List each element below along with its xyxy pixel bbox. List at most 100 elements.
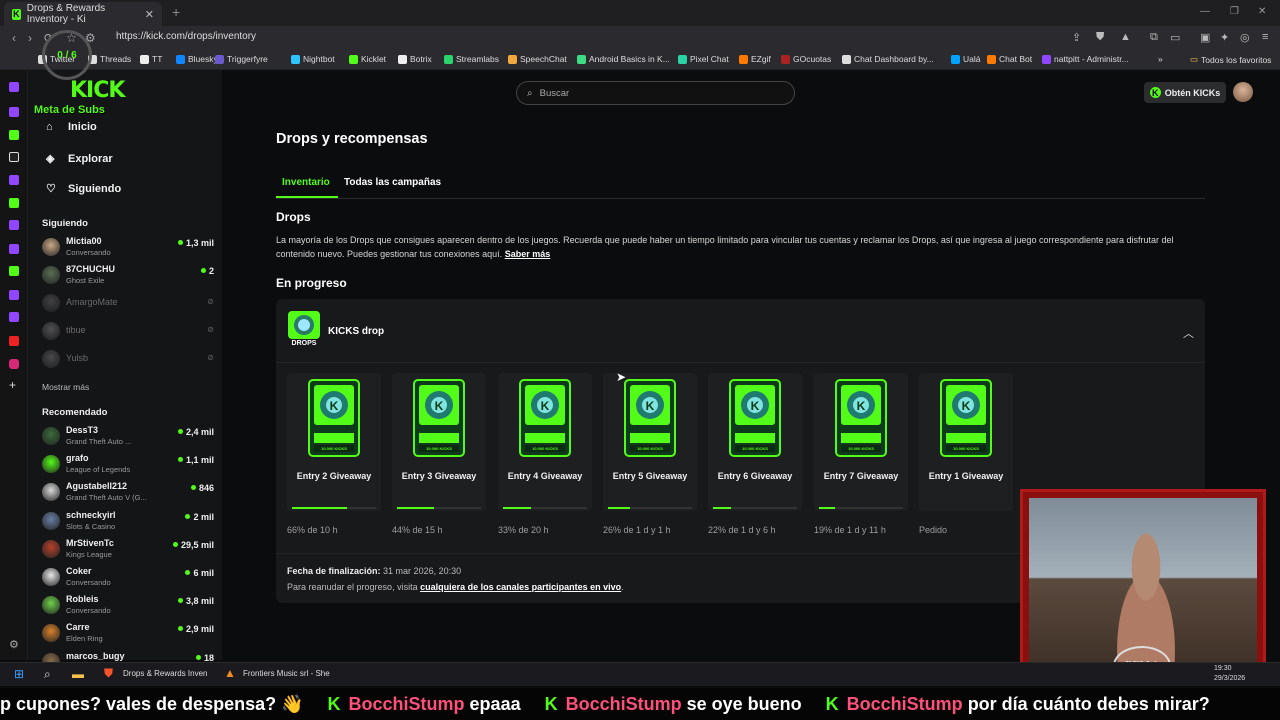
rewards-icon[interactable]: ▲: [1120, 31, 1131, 43]
vlc-icon[interactable]: ▲: [224, 666, 236, 680]
collapse-chevron-icon[interactable]: ︿: [1183, 325, 1194, 341]
maximize-icon[interactable]: ❐: [1230, 6, 1239, 17]
bookmark-item[interactable]: TT: [140, 54, 162, 64]
sidebar-channel[interactable]: Yulsb ⊘: [42, 347, 214, 373]
nav-siguiendo[interactable]: ♡ Siguiendo: [46, 182, 121, 196]
twitch-icon[interactable]: [9, 290, 19, 300]
bookmark-item[interactable]: Kicklet: [349, 54, 386, 64]
minimize-icon[interactable]: —: [1200, 6, 1210, 17]
bookmark-item[interactable]: Nightbot: [291, 54, 335, 64]
bookmark-item[interactable]: Botrix: [398, 54, 432, 64]
sidebar-channel[interactable]: Robleis Conversando 3,8 mil: [42, 593, 214, 619]
reward-card[interactable]: K 10.000 KICKS Entry 3 Giveaway 44% de 15 h: [392, 373, 486, 535]
bookmark-item[interactable]: Triggerfyre: [215, 54, 268, 64]
twitch-icon[interactable]: [9, 175, 19, 185]
tab-inventory[interactable]: Inventario: [282, 177, 330, 188]
kick-icon[interactable]: [9, 198, 19, 208]
file-explorer-icon[interactable]: ▬: [72, 667, 84, 681]
extensions-icon[interactable]: ⧉: [1150, 31, 1158, 44]
brave-shield-icon[interactable]: ⛊: [1096, 31, 1104, 44]
window-close-icon[interactable]: ✕: [1258, 6, 1266, 17]
reward-card[interactable]: K 10.000 KICKS Entry 5 Giveaway 26% de 1 d …: [603, 373, 697, 535]
sidebar-channel[interactable]: Agustabell212 Grand Theft Auto V (G... 846: [42, 480, 214, 506]
bookmark-item[interactable]: Streamlabs: [444, 54, 499, 64]
bookmark-item[interactable]: EZgif: [739, 54, 771, 64]
learn-more-link[interactable]: Saber más: [505, 249, 551, 259]
sidebar-channel[interactable]: schneckyirl Slots & Casino 2 mil: [42, 509, 214, 535]
url-field[interactable]: https://kick.com/drops/inventory: [116, 31, 256, 42]
back-icon[interactable]: ‹: [12, 31, 16, 45]
end-date-value: 31 mar 2026, 20:30: [383, 566, 462, 576]
forward-icon[interactable]: ›: [28, 31, 32, 45]
twitch-icon[interactable]: [9, 107, 19, 117]
brave-icon[interactable]: ⛊: [104, 666, 113, 681]
more-bookmarks-icon[interactable]: »: [1158, 54, 1163, 64]
sidebar-channel[interactable]: AmargoMate ⊘: [42, 291, 214, 317]
search-input[interactable]: [539, 87, 770, 99]
reward-card[interactable]: K 10.000 KICKS Entry 7 Giveaway 19% de 1 d …: [814, 373, 908, 535]
sidebar-channel[interactable]: 87CHUCHU Ghost Exile 2: [42, 263, 214, 289]
show-more-link[interactable]: Mostrar más: [42, 382, 89, 392]
reward-card[interactable]: K 10.000 KICKS Entry 1 Giveaway Pedido: [919, 373, 1013, 535]
bookmark-item[interactable]: Bluesky: [176, 54, 218, 64]
taskbar-search-icon[interactable]: ⌕: [44, 667, 51, 682]
sidebar-channel[interactable]: tibue ⊘: [42, 319, 214, 345]
settings-icon[interactable]: ⚙: [9, 640, 19, 651]
ticker-message: se oye bueno: [686, 694, 802, 714]
nav-explorar[interactable]: ◈ Explorar: [46, 152, 113, 166]
bookmark-item[interactable]: Pixel Chat: [678, 54, 729, 64]
reward-card[interactable]: K 10.000 KICKS Entry 4 Giveaway 33% de 20 h: [498, 373, 592, 535]
clock-date[interactable]: 29/3/2026: [1214, 675, 1245, 682]
twitch-icon[interactable]: [9, 312, 19, 322]
sidebar-channel[interactable]: grafo League of Legends 1,1 mil: [42, 452, 214, 478]
sidebar-toggle-icon[interactable]: ▭: [1170, 31, 1180, 44]
add-panel-icon[interactable]: +: [9, 379, 19, 391]
reward-card[interactable]: K 10.000 KICKS Entry 6 Giveaway 22% de 1 d …: [708, 373, 802, 535]
new-tab-icon[interactable]: +: [172, 4, 180, 20]
sidebar-channel[interactable]: MrStivenTc Kings League 29,5 mil: [42, 537, 214, 563]
reward-card[interactable]: K 10.000 KICKS Entry 2 Giveaway 66% de 10 h: [287, 373, 381, 535]
sidebar-channel[interactable]: Mictia00 Conversando 1,3 mil: [42, 235, 214, 261]
kick-icon: K: [544, 694, 558, 714]
bookmark-favicon-icon: [1042, 54, 1051, 64]
clock-time[interactable]: 19:30: [1214, 665, 1232, 672]
taskbar-item-browser[interactable]: Drops & Rewards Inven: [123, 669, 207, 678]
twitch-icon[interactable]: [9, 82, 19, 92]
instagram-icon[interactable]: [9, 359, 19, 369]
windows-start-icon[interactable]: ⊞: [14, 667, 24, 681]
bookmark-item[interactable]: Android Basics in K...: [577, 54, 670, 64]
bookmark-item[interactable]: Ualá: [951, 54, 980, 64]
sidebar-channel[interactable]: Coker Conversando 6 mil: [42, 565, 214, 591]
all-bookmarks-folder[interactable]: ▭ Todos los favoritos: [1190, 54, 1271, 65]
tiktok-icon[interactable]: [9, 152, 19, 162]
leo-icon[interactable]: ✦: [1220, 31, 1229, 44]
close-tab-icon[interactable]: ✕: [145, 8, 154, 21]
kick-icon[interactable]: [9, 266, 19, 276]
bookmark-item[interactable]: SpeechChat: [508, 54, 567, 64]
bookmark-item[interactable]: nattpitt - Administr...: [1042, 54, 1129, 64]
vpn-icon[interactable]: ◎: [1240, 31, 1250, 44]
share-icon[interactable]: ⇪: [1072, 31, 1081, 44]
get-kicks-button[interactable]: K Obtén KICKs: [1144, 82, 1226, 103]
user-avatar[interactable]: [1233, 82, 1253, 102]
bookmark-item[interactable]: Chat Dashboard by...: [842, 54, 934, 64]
wallet-icon[interactable]: ▣: [1200, 31, 1210, 44]
bookmark-item[interactable]: GOcuotas: [781, 54, 831, 64]
taskbar-item-media[interactable]: Frontiers Music srl - She: [243, 669, 330, 678]
kick-icon[interactable]: [9, 130, 19, 140]
bookmark-item[interactable]: Threads: [88, 54, 131, 64]
menu-icon[interactable]: ≡: [1262, 31, 1268, 43]
youtube-icon[interactable]: [9, 336, 19, 346]
sidebar-channel[interactable]: DessT3 Grand Theft Auto ... 2,4 mil: [42, 424, 214, 450]
search-box[interactable]: ⌕: [516, 81, 795, 105]
twitch-icon[interactable]: [9, 244, 19, 254]
nav-inicio[interactable]: ⌂ Inicio: [46, 121, 97, 133]
reward-progress-bar: [292, 507, 376, 509]
participating-channels-link[interactable]: cualquiera de los canales participantes …: [420, 582, 621, 592]
twitch-icon[interactable]: [9, 220, 19, 230]
sidebar-channel[interactable]: Carre Elden Ring 2,9 mil: [42, 621, 214, 647]
kick-logo[interactable]: KICK: [70, 78, 125, 103]
bookmark-item[interactable]: Chat Bot: [987, 54, 1032, 64]
browser-tab[interactable]: K Drops & Rewards Inventory - Ki ✕: [4, 2, 162, 26]
tab-all-campaigns[interactable]: Todas las campañas: [344, 177, 441, 188]
